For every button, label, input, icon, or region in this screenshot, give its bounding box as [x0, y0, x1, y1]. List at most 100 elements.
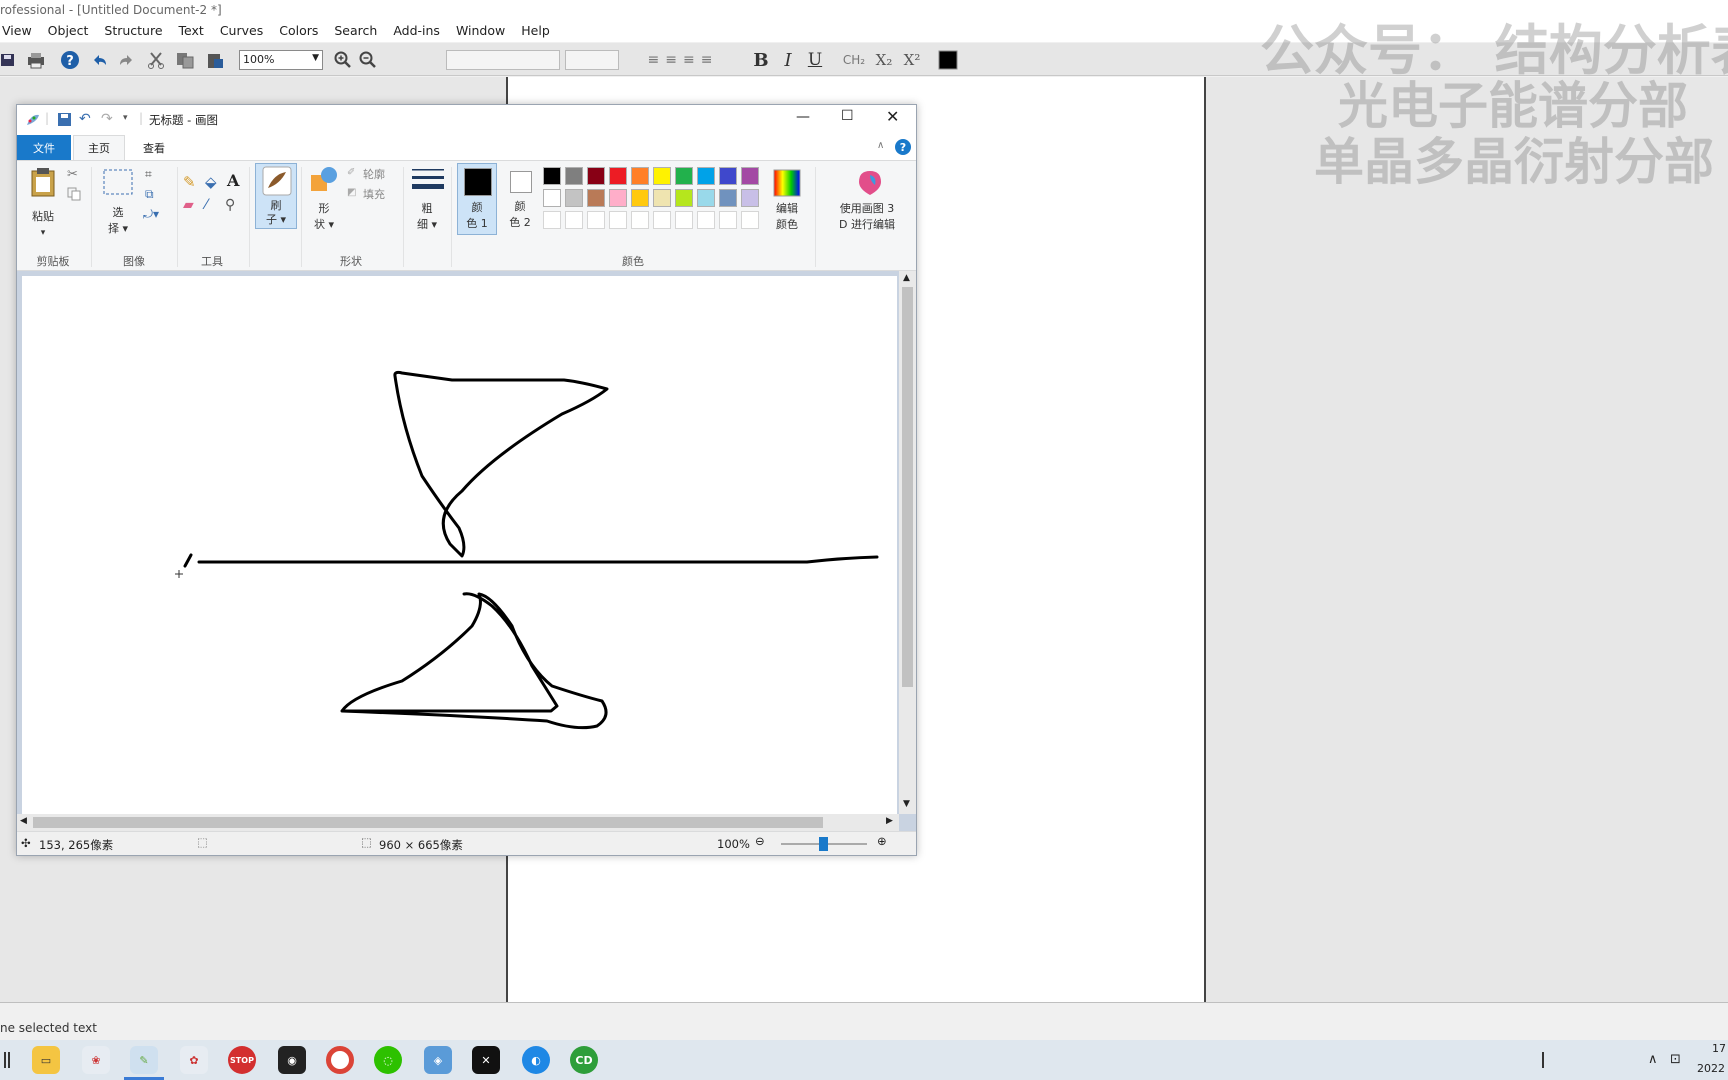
palette-swatch[interactable] — [587, 167, 605, 185]
zoom-slider-thumb[interactable] — [819, 837, 828, 851]
rotate-icon[interactable]: ⤾▾ — [143, 207, 159, 222]
outline-icon[interactable]: ✐ — [347, 167, 355, 178]
font-size-select[interactable] — [565, 50, 619, 70]
paste-dropdown-icon[interactable]: ▾ — [27, 225, 59, 241]
tray-expand-icon[interactable]: ∧ — [1648, 1052, 1658, 1067]
close-button[interactable]: ✕ — [886, 107, 899, 126]
shapes-label-2[interactable]: 状 ▾ — [307, 217, 341, 233]
zoom-out-button[interactable]: ⊖ — [755, 834, 765, 848]
drawing-canvas[interactable] — [22, 276, 897, 814]
menu-structure[interactable]: Structure — [104, 23, 162, 42]
menu-search[interactable]: Search — [334, 23, 377, 42]
bold-icon[interactable]: B — [751, 49, 771, 71]
quick-save-icon[interactable] — [57, 112, 72, 130]
palette-custom-swatch[interactable] — [609, 211, 627, 229]
chrome-icon[interactable] — [326, 1046, 354, 1074]
palette-swatch[interactable] — [653, 167, 671, 185]
file-explorer-icon[interactable]: ▭ — [32, 1046, 60, 1074]
subscript-icon[interactable]: X₂ — [872, 49, 896, 71]
scroll-up-icon[interactable]: ▲ — [903, 273, 910, 283]
palette-custom-swatch[interactable] — [631, 211, 649, 229]
fill-label[interactable]: 填充 — [363, 186, 385, 202]
menu-colors[interactable]: Colors — [279, 23, 318, 42]
align-icons[interactable]: ≡≡≡≡ — [628, 49, 738, 71]
capcut-icon[interactable]: ✕ — [472, 1046, 500, 1074]
font-select[interactable] — [446, 50, 560, 70]
save-icon[interactable] — [0, 49, 16, 71]
vertical-scrollbar[interactable]: ▲ ▼ — [899, 271, 916, 814]
horizontal-scrollbar[interactable]: ◀ ▶ — [17, 814, 899, 831]
palette-swatch[interactable] — [675, 189, 693, 207]
menu-window[interactable]: Window — [456, 23, 505, 42]
undo-icon[interactable] — [88, 49, 110, 71]
menu-help[interactable]: Help — [521, 23, 550, 42]
print-icon[interactable] — [24, 49, 48, 71]
help-icon[interactable]: ? — [58, 49, 82, 71]
italic-icon[interactable]: I — [778, 49, 798, 71]
line-width-icon[interactable] — [411, 167, 445, 196]
tab-view[interactable]: 查看 — [129, 135, 179, 160]
palette-swatch[interactable] — [697, 167, 715, 185]
horizontal-scroll-thumb[interactable] — [33, 817, 823, 828]
redo-icon[interactable] — [116, 49, 138, 71]
edit-colors-icon[interactable] — [773, 169, 801, 200]
tab-home[interactable]: 主页 — [73, 135, 125, 160]
zoom-in-button[interactable]: ⊕ — [877, 834, 887, 848]
palette-swatch[interactable] — [565, 167, 583, 185]
app-icon-1[interactable]: ❀ — [82, 1046, 110, 1074]
palette-swatch[interactable] — [609, 189, 627, 207]
input-method-icon[interactable]: ⊡ — [1670, 1052, 1681, 1067]
paint3d-label-1[interactable]: 使用画图 3 — [817, 201, 917, 217]
paint-app-icon[interactable]: ✎ — [130, 1046, 158, 1074]
menu-addins[interactable]: Add-ins — [393, 23, 440, 42]
shapes-icon[interactable] — [309, 165, 339, 198]
palette-custom-swatch[interactable] — [565, 211, 583, 229]
palette-swatch[interactable] — [565, 189, 583, 207]
vertical-scroll-thumb[interactable] — [902, 287, 913, 687]
palette-swatch[interactable] — [587, 189, 605, 207]
palette-custom-swatch[interactable] — [719, 211, 737, 229]
palette-swatch[interactable] — [609, 167, 627, 185]
collapse-ribbon-icon[interactable]: ∧ — [877, 140, 884, 151]
paste-icon[interactable] — [203, 49, 227, 71]
scroll-right-icon[interactable]: ▶ — [886, 816, 893, 826]
palette-swatch[interactable] — [741, 167, 759, 185]
chemdraw-app-icon[interactable]: CD — [570, 1046, 598, 1074]
palette-custom-swatch[interactable] — [653, 211, 671, 229]
paint3d-label-2[interactable]: D 进行编辑 — [817, 217, 917, 233]
palette-swatch[interactable] — [741, 189, 759, 207]
color2-button[interactable]: 颜 色 2 — [501, 163, 539, 235]
tab-file[interactable]: 文件 — [17, 135, 71, 160]
scroll-down-icon[interactable]: ▼ — [903, 799, 910, 809]
size-label-2[interactable]: 细 ▾ — [409, 217, 445, 233]
palette-custom-swatch[interactable] — [587, 211, 605, 229]
menu-object[interactable]: Object — [48, 23, 89, 42]
minimize-button[interactable]: — — [796, 109, 810, 125]
copy-icon[interactable] — [67, 187, 81, 204]
palette-swatch[interactable] — [675, 167, 693, 185]
stop-app-icon[interactable]: STOP — [228, 1046, 256, 1074]
resize-icon[interactable]: ⧉ — [145, 187, 154, 202]
scroll-left-icon[interactable]: ◀ — [20, 816, 27, 826]
maximize-button[interactable]: ☐ — [841, 108, 854, 124]
outline-label[interactable]: 轮廓 — [363, 166, 385, 182]
color-picker-icon[interactable]: ⁄ — [205, 197, 207, 213]
palette-swatch[interactable] — [697, 189, 715, 207]
select-label-2[interactable]: 择 ▾ — [101, 221, 135, 237]
copy-icon[interactable] — [173, 49, 197, 71]
zoom-select[interactable]: 100% ▼ — [239, 50, 323, 70]
cut-icon[interactable]: ✂ — [67, 167, 78, 182]
palette-swatch[interactable] — [543, 189, 561, 207]
formula-icon[interactable]: CH₂ — [840, 49, 868, 71]
wechat-icon[interactable]: ◌ — [374, 1046, 402, 1074]
cut-icon[interactable] — [145, 49, 167, 71]
qq-icon[interactable]: ◉ — [278, 1046, 306, 1074]
menu-curves[interactable]: Curves — [220, 23, 263, 42]
app-icon-8[interactable]: ◈ — [424, 1046, 452, 1074]
zoom-out-icon[interactable] — [357, 49, 379, 71]
zoom-in-icon[interactable] — [332, 49, 354, 71]
fill-icon[interactable]: ◩ — [347, 187, 356, 198]
select-icon[interactable] — [103, 169, 133, 198]
underline-icon[interactable]: U — [805, 49, 825, 71]
magnifier-icon[interactable]: ⚲ — [225, 197, 235, 213]
